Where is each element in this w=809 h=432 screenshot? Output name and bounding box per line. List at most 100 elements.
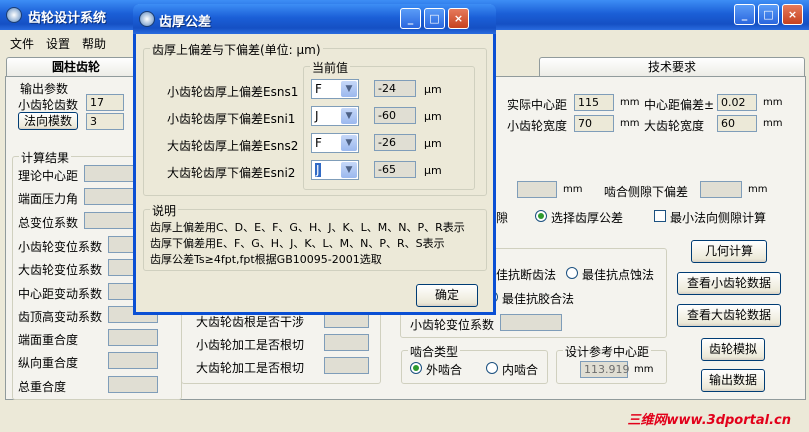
min-normal-backlash-label: 最小法向侧隙计算 bbox=[670, 211, 767, 225]
dialog-minimize-button[interactable]: _ bbox=[400, 8, 421, 29]
deviation-group-title: 齿厚上偏差与下偏差(单位: μm) bbox=[150, 41, 323, 58]
maximize-button[interactable]: □ bbox=[758, 4, 779, 25]
anti-scuffing-label: 最佳抗胶合法 bbox=[502, 292, 575, 306]
output-data-button[interactable]: 输出数据 bbox=[701, 369, 765, 392]
app-title: 齿轮设计系统 bbox=[28, 11, 107, 26]
row3-label: 大齿轮齿厚上偏差Esns2 bbox=[167, 139, 299, 153]
method-small-shift-label: 小齿轮变位系数 bbox=[410, 318, 495, 332]
calc-input-pressure-angle[interactable] bbox=[84, 188, 134, 205]
note-line-3: 齿厚公差Ts≥4fpt,fpt根据GB10095-2001选取 bbox=[150, 253, 382, 266]
row1-label: 小齿轮齿厚上偏差Esns1 bbox=[167, 85, 299, 99]
backlash-opt-tail: 隙 bbox=[496, 211, 509, 225]
radio-external-mesh[interactable] bbox=[410, 362, 422, 374]
min-normal-backlash-checkbox[interactable] bbox=[654, 210, 666, 222]
large-width-label: 大齿轮宽度 bbox=[644, 119, 705, 133]
calc-label-theory-center: 理论中心距 bbox=[18, 169, 79, 183]
calc-input-total-ratio[interactable] bbox=[108, 376, 158, 393]
row3-unit: μm bbox=[424, 137, 442, 150]
calc-input-transverse-ratio[interactable] bbox=[108, 329, 158, 346]
row4-label: 大齿轮齿厚下偏差Esni2 bbox=[167, 166, 296, 180]
actual-center-unit: mm bbox=[620, 97, 640, 108]
chevron-down-icon: ▼ bbox=[341, 108, 357, 124]
row2-unit: μm bbox=[424, 110, 442, 123]
row1-value[interactable]: -24 bbox=[374, 80, 416, 97]
dialog-titlebar[interactable]: 齿厚公差 _ □ × bbox=[133, 4, 496, 34]
chevron-down-icon: ▼ bbox=[341, 81, 357, 97]
radio-internal-mesh[interactable] bbox=[486, 362, 498, 374]
output-params-title: 输出参数 bbox=[20, 82, 69, 96]
ref-center-title: 设计参考中心距 bbox=[563, 343, 652, 360]
internal-mesh-label: 内啮合 bbox=[502, 363, 539, 377]
calc-label-total-ratio: 总重合度 bbox=[18, 380, 67, 394]
row2-label: 小齿轮齿厚下偏差Esni1 bbox=[167, 112, 296, 126]
gear-simulation-button[interactable]: 齿轮模拟 bbox=[701, 338, 765, 361]
small-width-label: 小齿轮宽度 bbox=[507, 119, 568, 133]
calc-label-total-shift: 总变位系数 bbox=[18, 216, 79, 230]
calc-input-axial-ratio[interactable] bbox=[108, 352, 158, 369]
view-small-gear-button[interactable]: 查看小齿轮数据 bbox=[677, 272, 781, 295]
menu-settings[interactable]: 设置 bbox=[46, 35, 70, 52]
small-width-unit: mm bbox=[620, 118, 640, 129]
radio-anti-pitting[interactable] bbox=[566, 267, 578, 279]
menu-file[interactable]: 文件 bbox=[10, 35, 34, 52]
dialog-close-button[interactable]: × bbox=[448, 8, 469, 29]
dialog-gear-icon bbox=[139, 11, 155, 27]
small-undercut-input[interactable] bbox=[324, 334, 369, 351]
row2-select[interactable]: J ▼ bbox=[311, 106, 359, 126]
actual-center-input[interactable]: 115 bbox=[574, 94, 614, 111]
row3-select[interactable]: F ▼ bbox=[311, 133, 359, 153]
geometry-calc-button[interactable]: 几何计算 bbox=[691, 240, 767, 263]
row4-value[interactable]: -65 bbox=[374, 161, 416, 178]
tab-technical-requirements[interactable]: 技术要求 bbox=[539, 57, 805, 77]
large-width-input[interactable]: 60 bbox=[717, 115, 757, 132]
lower-backlash-unit: mm bbox=[748, 184, 768, 195]
close-button[interactable]: × bbox=[782, 4, 803, 25]
row4-select[interactable]: J ▼ bbox=[311, 160, 359, 180]
large-root-interference-label: 大齿轮齿根是否干涉 bbox=[196, 315, 305, 329]
row1-select[interactable]: F ▼ bbox=[311, 79, 359, 99]
lower-backlash-input[interactable] bbox=[700, 181, 742, 198]
note-line-1: 齿厚上偏差用C、D、E、F、G、H、J、K、L、M、N、P、R表示 bbox=[150, 221, 465, 234]
watermark: 三维网www.3dportal.cn bbox=[627, 413, 791, 428]
note-title: 说明 bbox=[150, 202, 179, 219]
center-dev-unit: mm bbox=[763, 97, 783, 108]
row3-value[interactable]: -26 bbox=[374, 134, 416, 151]
calc-label-pressure-angle: 端面压力角 bbox=[18, 192, 79, 206]
calc-label-center-var: 中心距变动系数 bbox=[18, 287, 103, 301]
calc-results-title: 计算结果 bbox=[19, 149, 72, 166]
calc-label-small-shift: 小齿轮变位系数 bbox=[18, 240, 103, 254]
ref-center-unit: mm bbox=[634, 364, 654, 375]
external-mesh-label: 外啮合 bbox=[426, 363, 463, 377]
menu-help[interactable]: 帮助 bbox=[82, 35, 106, 52]
ref-center-input[interactable]: 113.919 bbox=[580, 361, 630, 378]
small-width-input[interactable]: 70 bbox=[574, 115, 614, 132]
anti-pitting-label: 最佳抗点蚀法 bbox=[582, 268, 655, 282]
chevron-down-icon: ▼ bbox=[341, 162, 357, 178]
app-gear-icon bbox=[6, 7, 22, 23]
normal-module-button[interactable]: 法向模数 bbox=[18, 112, 78, 130]
calc-label-addendum-var: 齿顶高变动系数 bbox=[18, 310, 103, 324]
upper-backlash-unit: mm bbox=[563, 184, 583, 195]
dialog-maximize-button[interactable]: □ bbox=[424, 8, 445, 29]
row2-value[interactable]: -60 bbox=[374, 107, 416, 124]
large-undercut-input[interactable] bbox=[324, 357, 369, 374]
dialog-ok-button[interactable]: 确定 bbox=[416, 284, 478, 307]
tab-cylindrical-gear[interactable]: 圆柱齿轮 bbox=[6, 57, 146, 77]
lower-backlash-label: 啮合侧隙下偏差 bbox=[604, 185, 689, 199]
small-teeth-input[interactable]: 17 bbox=[86, 94, 124, 111]
view-large-gear-button[interactable]: 查看大齿轮数据 bbox=[677, 304, 781, 327]
row4-unit: μm bbox=[424, 164, 442, 177]
note-line-2: 齿厚下偏差用E、F、G、H、J、K、L、M、N、P、R、S表示 bbox=[150, 237, 445, 250]
upper-backlash-input[interactable] bbox=[517, 181, 557, 198]
calc-input-total-shift[interactable] bbox=[84, 212, 134, 229]
calc-input-theory-center[interactable] bbox=[84, 165, 134, 182]
center-dev-input[interactable]: 0.02 bbox=[717, 94, 757, 111]
normal-module-input[interactable]: 3 bbox=[86, 113, 124, 130]
method-small-shift-input[interactable] bbox=[500, 314, 562, 331]
large-width-unit: mm bbox=[763, 118, 783, 129]
minimize-button[interactable]: _ bbox=[734, 4, 755, 25]
large-undercut-label: 大齿轮加工是否根切 bbox=[196, 361, 305, 375]
radio-thickness-tolerance[interactable] bbox=[535, 210, 547, 222]
chevron-down-icon: ▼ bbox=[341, 135, 357, 151]
row1-unit: μm bbox=[424, 83, 442, 96]
